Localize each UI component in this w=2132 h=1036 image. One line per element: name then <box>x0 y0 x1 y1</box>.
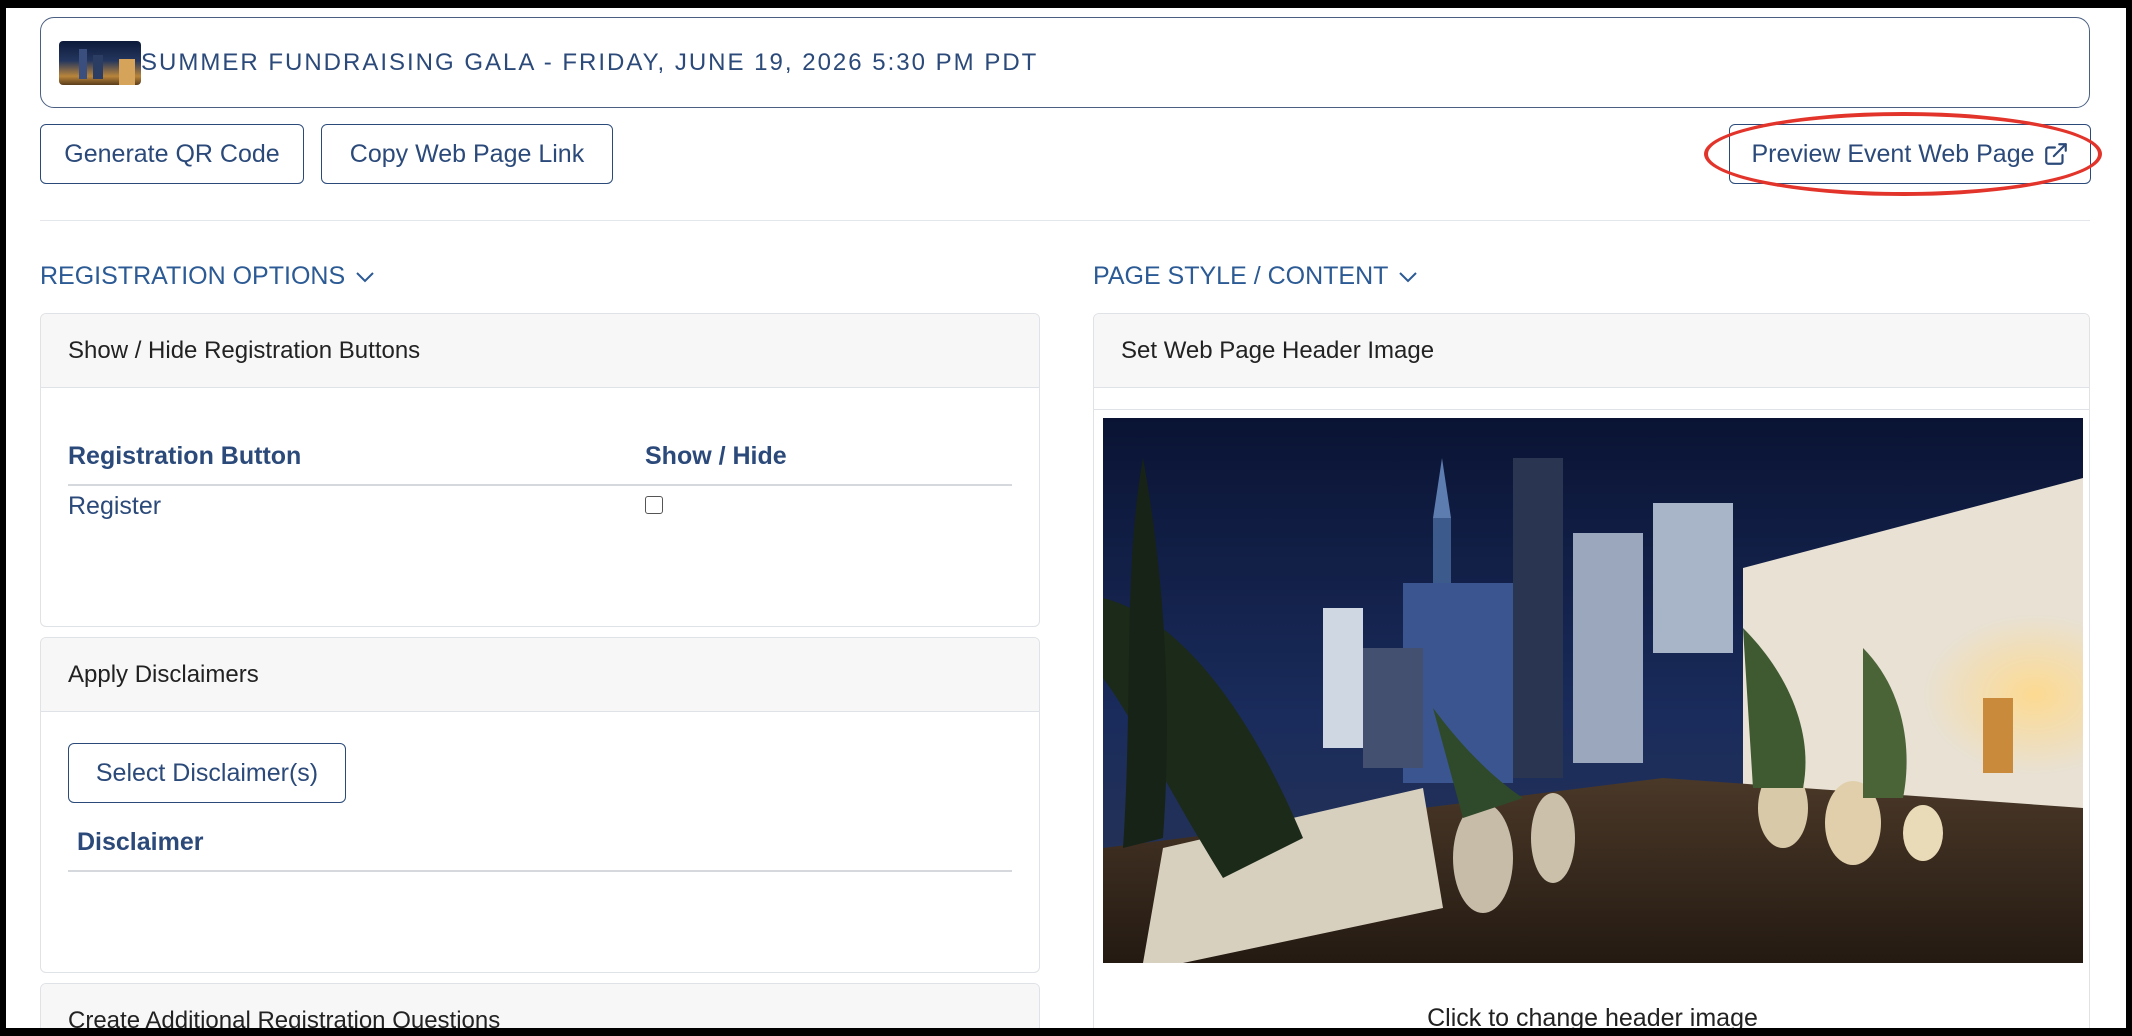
table-header-row: Disclaimer <box>68 820 1012 872</box>
preview-event-web-page-button[interactable]: Preview Event Web Page <box>1729 124 2091 184</box>
registration-options-title: REGISTRATION OPTIONS <box>40 262 346 290</box>
event-page-editor: SUMMER FUNDRAISING GALA - FRIDAY, JUNE 1… <box>6 8 2126 1028</box>
header-image-container <box>1094 409 2089 978</box>
header-image-caption: Click to change header image <box>1427 1004 1758 1028</box>
preview-button-label: Preview Event Web Page <box>1751 139 2035 168</box>
external-link-icon <box>2044 143 2067 165</box>
registration-buttons-card: Show / Hide Registration Buttons Registr… <box>40 313 1040 627</box>
chevron-down-icon <box>356 271 374 282</box>
registration-options-toggle[interactable]: REGISTRATION OPTIONS <box>40 262 375 291</box>
event-title: SUMMER FUNDRAISING GALA - FRIDAY, JUNE 1… <box>141 48 1039 76</box>
copy-web-page-link-button[interactable]: Copy Web Page Link <box>321 124 613 184</box>
card-title: Show / Hide Registration Buttons <box>41 314 1039 388</box>
registration-button-name: Register <box>68 492 162 520</box>
event-header-bar: SUMMER FUNDRAISING GALA - FRIDAY, JUNE 1… <box>40 17 2090 108</box>
toolbar-divider <box>40 220 2090 221</box>
page-style-content-toggle[interactable]: PAGE STYLE / CONTENT <box>1093 262 1418 291</box>
event-thumbnail <box>59 40 141 85</box>
card-title: Apply Disclaimers <box>41 638 1039 712</box>
header-image-card: Set Web Page Header Image Click to chang… <box>1093 313 2090 1028</box>
page-style-content-title: PAGE STYLE / CONTENT <box>1093 262 1389 290</box>
card-title: Set Web Page Header Image <box>1094 314 2089 388</box>
column-header: Show / Hide <box>645 442 787 470</box>
chevron-down-icon <box>1399 271 1418 282</box>
registration-questions-card: Create Additional Registration Questions <box>40 983 1040 1028</box>
column-header: Registration Button <box>68 442 302 470</box>
table-header-row: Registration Button Show / Hide <box>68 434 1012 486</box>
show-hide-checkbox[interactable] <box>645 496 663 514</box>
column-header: Disclaimer <box>77 828 204 856</box>
select-disclaimers-button[interactable]: Select Disclaimer(s) <box>68 743 346 803</box>
card-title: Create Additional Registration Questions <box>41 984 1039 1028</box>
disclaimers-card: Apply Disclaimers Select Disclaimer(s) D… <box>40 637 1040 973</box>
generate-qr-code-button[interactable]: Generate QR Code <box>40 124 304 184</box>
header-image[interactable] <box>1103 418 2083 963</box>
